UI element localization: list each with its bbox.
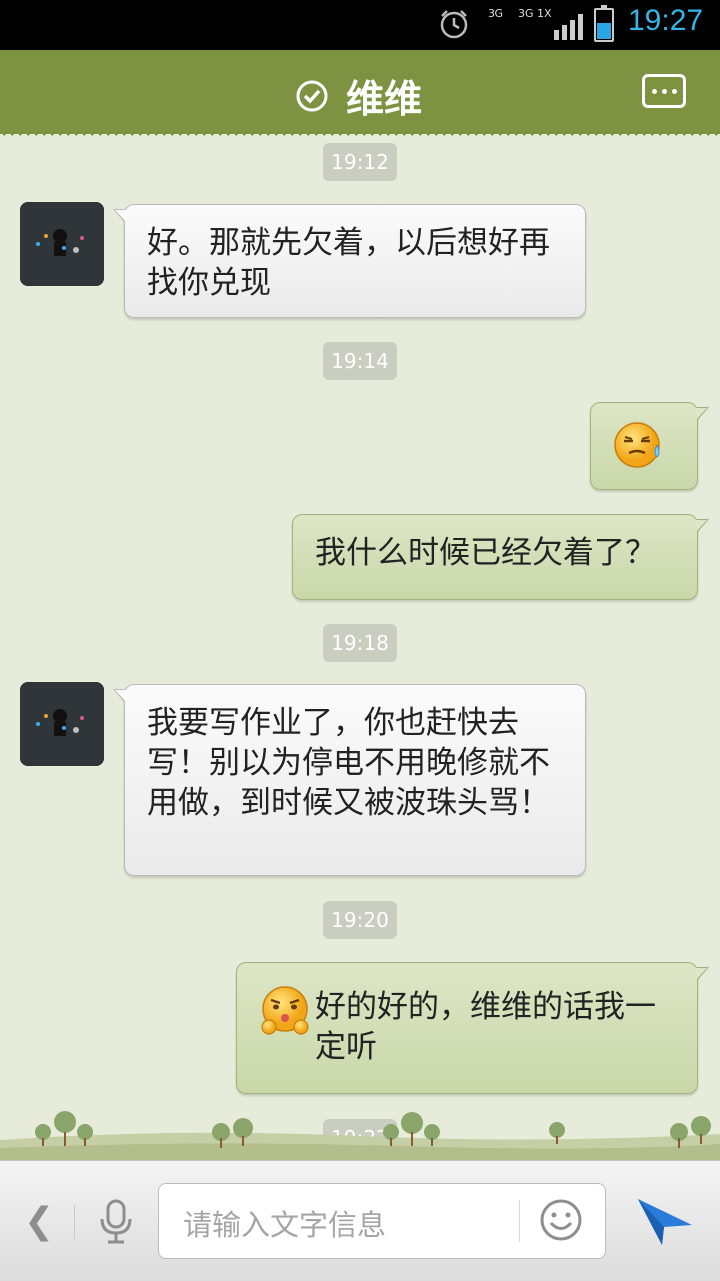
received-message[interactable]: 我要写作业了，你也赶快去写！别以为停电不用晚修就不用做，到时候又被波珠头骂！ — [113, 684, 586, 876]
send-arrow-icon[interactable] — [636, 1195, 694, 1247]
clock: 19:27 — [628, 4, 704, 37]
avatar[interactable] — [20, 682, 104, 766]
page-title: 维维 — [346, 77, 423, 121]
more-dots-icon[interactable] — [642, 74, 686, 108]
sent-message[interactable]: 好的好的，维维的话我一定听 — [236, 962, 709, 1094]
sent-message[interactable]: 我什么时候已经欠着了？ — [292, 514, 709, 600]
pout-emoji — [261, 986, 309, 1035]
sent-message-text: 好的好的，维维的话我一定听 — [315, 989, 656, 1065]
landscape-decoration — [0, 1111, 720, 1160]
check-circle-icon — [296, 80, 328, 112]
chevron-left-icon[interactable]: ❮ — [24, 1201, 54, 1242]
avatar-image — [20, 682, 104, 766]
timestamp: 19:12 — [323, 143, 397, 181]
network-3g-label: 3G — [488, 7, 503, 20]
microphone-icon[interactable] — [96, 1199, 136, 1245]
message-input-placeholder: 请输入文字信息 — [183, 1208, 387, 1242]
timestamp: 19:18 — [323, 624, 397, 662]
sweat-emoji — [614, 422, 660, 468]
smiley-icon[interactable] — [539, 1198, 583, 1242]
timestamp: 19:14 — [323, 342, 397, 380]
alarm-icon — [440, 10, 468, 39]
status-bar: 3G 3G 1X 19:27 — [0, 0, 720, 50]
header-bar: 维维 — [0, 50, 720, 140]
timestamp: 19:20 — [323, 901, 397, 939]
avatar-image — [20, 202, 104, 286]
battery-icon — [594, 5, 614, 42]
sent-message-emoji[interactable] — [590, 402, 709, 490]
message-input[interactable]: 请输入文字信息 — [158, 1183, 606, 1259]
signal-icon — [554, 14, 583, 40]
chat-list[interactable]: 19:12 好。那就先欠着，以后想好再找你兑现 19:14 我什么时候已经欠着了… — [0, 134, 720, 1160]
avatar[interactable] — [20, 202, 104, 286]
received-message[interactable]: 好。那就先欠着，以后想好再找你兑现 — [113, 204, 586, 318]
input-bar: ❮ 请输入文字信息 — [0, 1160, 720, 1281]
network-3g1x-label: 3G 1X — [518, 7, 552, 20]
